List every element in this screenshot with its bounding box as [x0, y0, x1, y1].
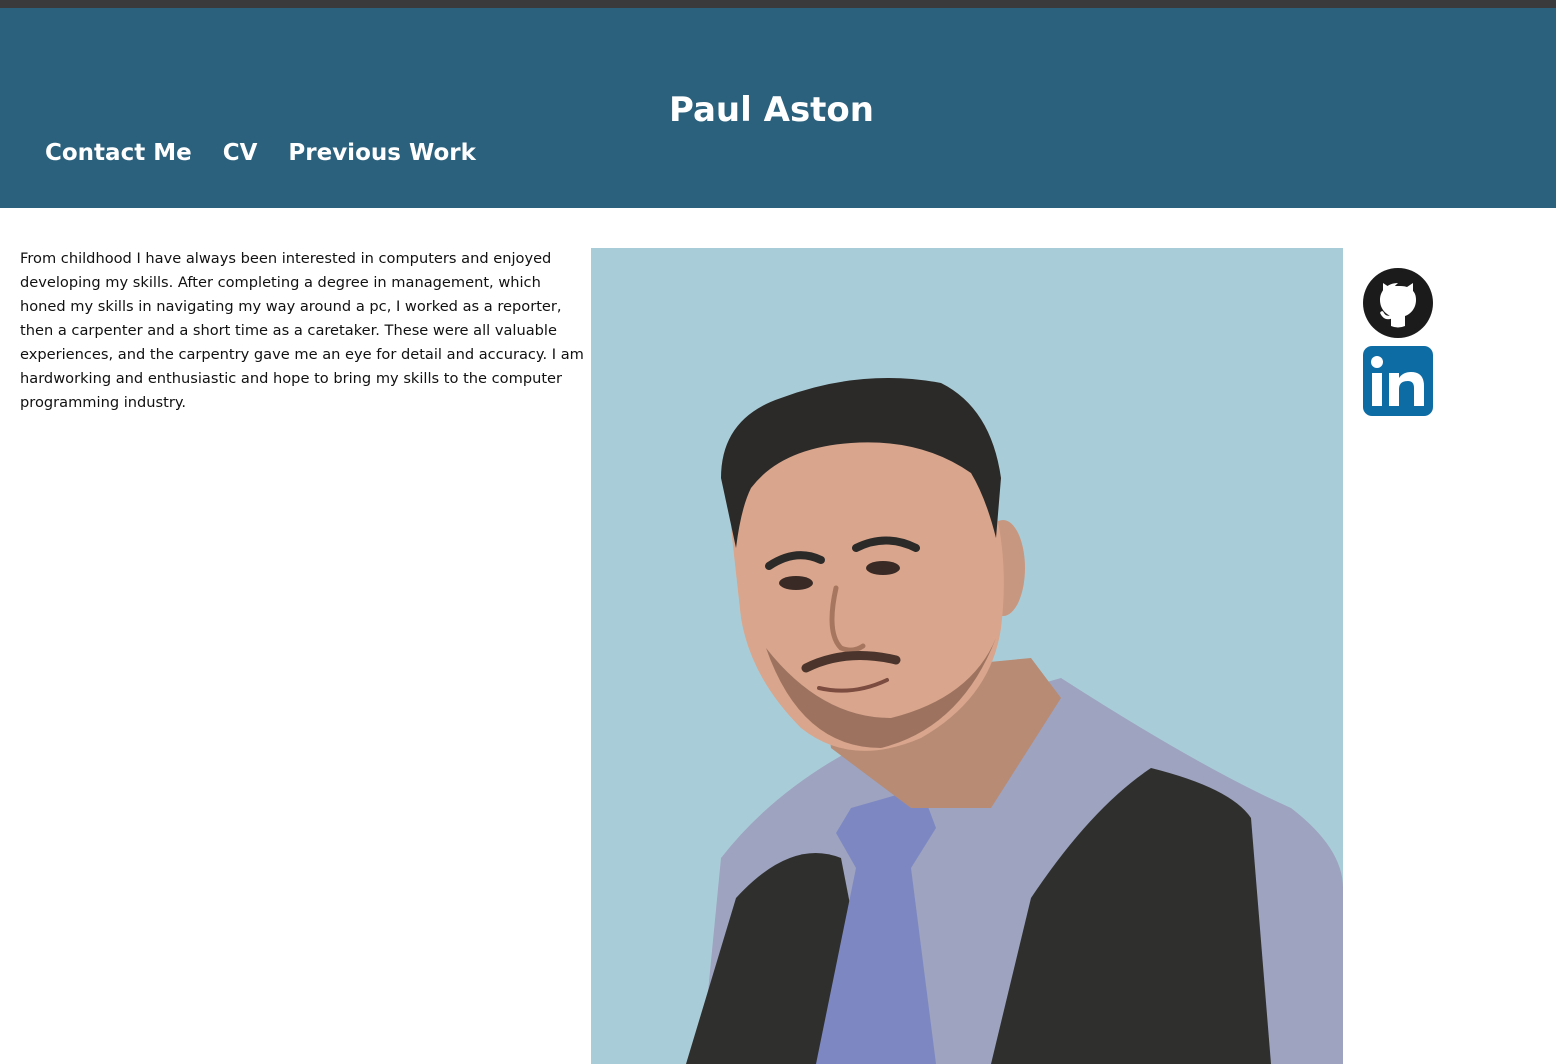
nav-link-contact-me[interactable]: Contact Me: [45, 137, 192, 169]
nav-link-cv[interactable]: CV: [223, 137, 258, 169]
profile-portrait-illustration: [686, 378, 1343, 1064]
github-icon: [1363, 268, 1433, 338]
site-header: Paul Aston Contact Me CV Previous Work: [0, 8, 1556, 208]
top-strip: [0, 0, 1556, 8]
site-title: Paul Aston: [668, 90, 874, 130]
social-links: [1363, 268, 1433, 424]
github-link[interactable]: [1363, 268, 1433, 338]
linkedin-link[interactable]: [1363, 346, 1433, 416]
bio-text: From childhood I have always been intere…: [20, 250, 584, 411]
main-nav: Contact Me CV Previous Work: [45, 137, 476, 169]
nav-link-previous-work[interactable]: Previous Work: [288, 137, 476, 169]
linkedin-icon: [1363, 346, 1433, 416]
profile-photo: [591, 248, 1343, 1064]
